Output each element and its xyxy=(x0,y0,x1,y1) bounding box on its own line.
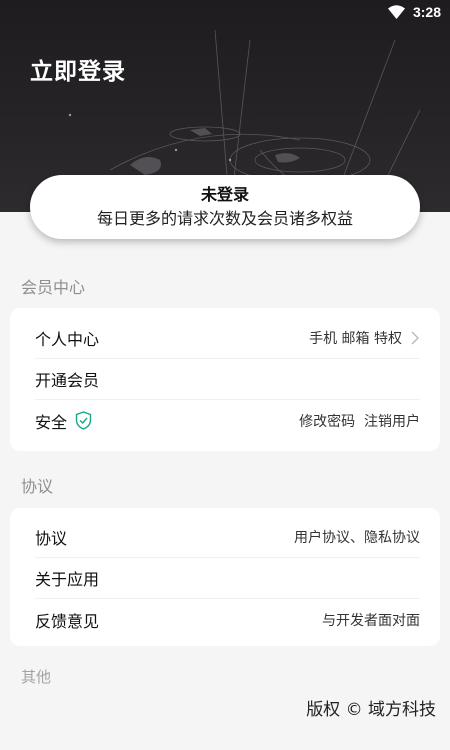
shield-check-icon xyxy=(75,411,92,430)
login-now-link[interactable]: 立即登录 xyxy=(30,52,126,86)
row-security[interactable]: 安全 修改密码 注销用户 xyxy=(35,400,420,441)
section-title-other: 其他 xyxy=(21,668,52,686)
row-label: 反馈意见 xyxy=(35,611,100,631)
row-value: 修改密码 注销用户 xyxy=(299,413,420,430)
status-time: 3:28 xyxy=(412,4,441,20)
row-label: 协议 xyxy=(35,529,68,548)
login-promo: 每日更多的请求次数及会员诸多权益 xyxy=(96,208,353,228)
row-value: 与开发者面对面 xyxy=(322,612,420,629)
row-personal-center[interactable]: 个人中心 手机 邮箱 特权 xyxy=(35,318,420,359)
row-agreement[interactable]: 协议 用户协议、隐私协议 xyxy=(35,517,420,558)
row-label: 开通会员 xyxy=(35,371,100,390)
agreement-card: 协议 用户协议、隐私协议 关于应用 反馈意见 与开发者面对面 xyxy=(10,508,440,646)
row-label: 个人中心 xyxy=(35,330,100,349)
login-card[interactable]: 未登录 每日更多的请求次数及会员诸多权益 xyxy=(30,175,420,239)
row-about-app[interactable]: 关于应用 xyxy=(35,558,420,599)
section-title-member: 会员中心 xyxy=(21,278,86,297)
row-value: 用户协议、隐私协议 xyxy=(294,530,420,546)
section-title-agreement: 协议 xyxy=(21,477,54,496)
row-open-membership[interactable]: 开通会员 xyxy=(35,359,420,400)
chevron-right-icon xyxy=(411,331,419,345)
row-label: 关于应用 xyxy=(35,570,100,589)
member-card: 个人中心 手机 邮箱 特权 开通会员 安全 修改密码 注销用户 xyxy=(10,308,440,451)
copyright-text: 版权 © 域方科技 xyxy=(306,700,436,720)
wifi-icon xyxy=(387,5,405,19)
login-status: 未登录 xyxy=(200,184,249,204)
row-label: 安全 xyxy=(35,412,68,432)
status-bar: 3:28 xyxy=(0,0,450,24)
row-value: 手机 邮箱 特权 xyxy=(309,331,402,347)
row-feedback[interactable]: 反馈意见 与开发者面对面 xyxy=(35,599,420,640)
